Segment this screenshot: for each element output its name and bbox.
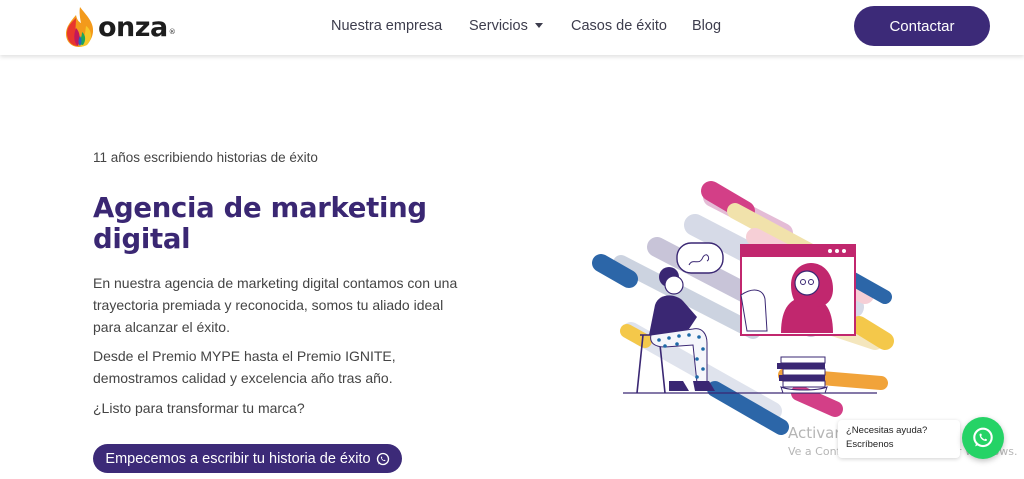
chat-bubble-question: ¿Necesitas ayuda? [846, 425, 928, 436]
nav-item-blog[interactable]: Blog [692, 18, 721, 34]
site-header: onza ® Nuestra empresa Servicios Casos d… [0, 0, 1024, 55]
chat-bubble-action: Escríbenos [846, 439, 894, 450]
logo-text: onza [98, 11, 168, 43]
whatsapp-float-button[interactable] [962, 417, 1004, 459]
hero-paragraph-2: Desde el Premio MYPE hasta el Premio IGN… [93, 348, 396, 386]
whatsapp-icon [376, 452, 389, 465]
hero-paragraph-3: ¿Listo para transformar tu marca? [93, 400, 305, 416]
whatsapp-chat-bubble[interactable]: ¿Necesitas ayuda? Escríbenos [838, 420, 960, 458]
nav-item-servicios[interactable]: Servicios [469, 18, 543, 34]
logo-registered-mark: ® [168, 28, 176, 36]
cta-button-label: Empecemos a escribir tu historia de éxit… [105, 450, 371, 467]
hero-illustration [592, 181, 894, 435]
hero-paragraph-1: En nuestra agencia de marketing digital … [93, 275, 458, 335]
nav-item-nuestra-empresa[interactable]: Nuestra empresa [331, 18, 442, 34]
nav-item-servicios-label: Servicios [469, 18, 528, 34]
hero-title: Agencia de marketing digital [93, 192, 427, 255]
hero-kicker: 11 años escribiendo historias de éxito [93, 150, 318, 165]
cta-button[interactable]: Empecemos a escribir tu historia de éxit… [93, 444, 402, 473]
whatsapp-icon [973, 427, 993, 448]
site-logo[interactable]: onza ® [64, 6, 176, 48]
contact-button[interactable]: Contactar [854, 6, 990, 46]
caret-down-icon [534, 23, 543, 28]
onza-logo-icon [66, 7, 94, 47]
nav-item-casos-de-exito[interactable]: Casos de éxito [571, 18, 667, 34]
